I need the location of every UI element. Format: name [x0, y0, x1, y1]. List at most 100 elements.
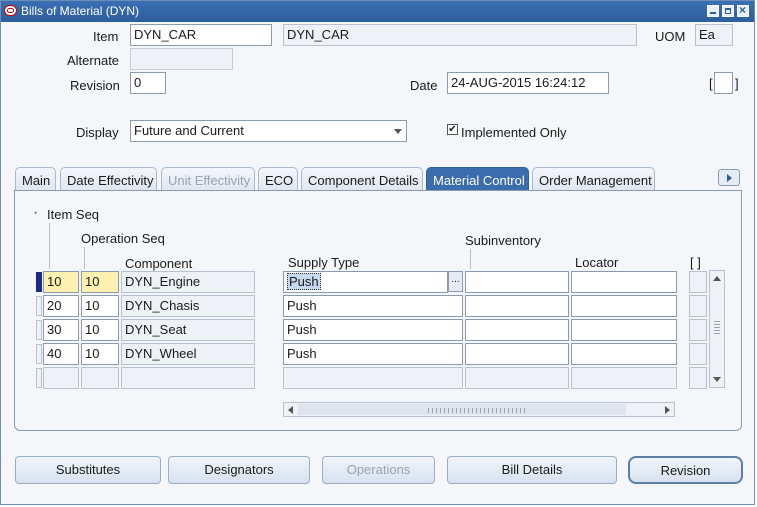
- horizontal-scrollbar[interactable]: [283, 402, 675, 417]
- tab-component-details[interactable]: Component Details: [301, 167, 423, 191]
- item-seq-cell[interactable]: 10: [43, 271, 79, 293]
- attachment-bracket-right: ]: [735, 76, 739, 91]
- designators-button-label: Designators: [204, 462, 274, 477]
- row-indicator[interactable]: [36, 296, 42, 316]
- scroll-up-icon[interactable]: [713, 276, 721, 281]
- attachment-flag-field[interactable]: [714, 72, 733, 94]
- locator-cell[interactable]: [571, 343, 677, 365]
- op-seq-cell[interactable]: [81, 367, 119, 389]
- flag-cell[interactable]: [689, 319, 707, 341]
- component-cell[interactable]: DYN_Wheel: [121, 343, 255, 365]
- item-seq-cell[interactable]: 40: [43, 343, 79, 365]
- operation-seq-header: Operation Seq: [81, 231, 165, 246]
- locator-header: Locator: [575, 255, 619, 270]
- item-seq-header: Item Seq: [47, 207, 100, 222]
- locator-cell[interactable]: [571, 319, 677, 341]
- vertical-scrollbar[interactable]: [709, 270, 725, 388]
- row-indicator[interactable]: [36, 344, 42, 364]
- flag-cell[interactable]: [689, 367, 707, 389]
- revision-button[interactable]: Revision: [628, 456, 743, 484]
- subinventory-cell[interactable]: [465, 343, 569, 365]
- scroll-left-icon[interactable]: [288, 406, 293, 414]
- attachment-bracket-left: [: [709, 76, 713, 91]
- item-seq-cell[interactable]: [43, 367, 79, 389]
- operations-button-label: Operations: [346, 462, 411, 477]
- operations-button: Operations: [322, 456, 435, 484]
- display-select[interactable]: Future and Current: [130, 120, 407, 142]
- tab-main[interactable]: Main: [15, 167, 56, 191]
- display-select-value: Future and Current: [134, 123, 244, 138]
- minimize-icon[interactable]: [707, 5, 719, 17]
- bill-details-button-label: Bill Details: [501, 462, 563, 477]
- scroll-right-icon[interactable]: [665, 406, 670, 414]
- item-seq-cell[interactable]: 20: [43, 295, 79, 317]
- subinventory-header: Subinventory: [465, 233, 541, 248]
- bullet-icon: •: [34, 208, 38, 218]
- component-cell[interactable]: DYN_Seat: [121, 319, 255, 341]
- supply-type-cell[interactable]: Push: [283, 343, 463, 365]
- op-seq-cell[interactable]: 10: [81, 319, 119, 341]
- scroll-grip-icon: [428, 408, 528, 413]
- tab-order-management[interactable]: Order Management: [532, 167, 655, 191]
- op-seq-cell[interactable]: 10: [81, 271, 119, 293]
- locator-cell[interactable]: [571, 367, 677, 389]
- close-icon[interactable]: [737, 3, 749, 17]
- tab-scroll-right-icon[interactable]: [718, 169, 740, 186]
- component-cell[interactable]: DYN_Chasis: [121, 295, 255, 317]
- row-indicator-current[interactable]: [36, 272, 42, 292]
- subinventory-cell[interactable]: [465, 319, 569, 341]
- scroll-grip-icon: [714, 321, 720, 335]
- uom-label: UOM: [655, 29, 686, 44]
- designators-button[interactable]: Designators: [168, 456, 310, 484]
- date-field[interactable]: 24-AUG-2015 16:24:12: [447, 72, 609, 94]
- subinventory-cell[interactable]: [465, 367, 569, 389]
- row-indicator[interactable]: [36, 368, 42, 388]
- bom-window: Bills of Material (DYN) Item DYN_CAR DYN…: [0, 0, 755, 505]
- substitutes-button[interactable]: Substitutes: [15, 456, 161, 484]
- header-divider: [470, 249, 471, 269]
- substitutes-button-label: Substitutes: [55, 462, 121, 477]
- locator-cell[interactable]: [571, 295, 677, 317]
- header-divider: [49, 223, 50, 269]
- alternate-field[interactable]: [130, 48, 233, 70]
- list-of-values-button[interactable]: ...: [448, 271, 463, 292]
- tab-eco[interactable]: ECO: [258, 167, 298, 191]
- supply-type-value: Push: [287, 273, 321, 290]
- revision-button-label: Revision: [660, 463, 711, 478]
- supply-type-header: Supply Type: [288, 255, 360, 270]
- revision-label: Revision: [70, 78, 120, 93]
- supply-type-cell[interactable]: [283, 367, 463, 389]
- implemented-only-checkbox[interactable]: ✔: [447, 124, 458, 135]
- uom-field: Ea: [695, 24, 733, 46]
- supply-type-cell[interactable]: Push: [283, 271, 448, 293]
- header-divider: [84, 247, 85, 269]
- tab-date-effectivity[interactable]: Date Effectivity: [60, 167, 157, 191]
- date-label: Date: [410, 78, 438, 93]
- row-indicator[interactable]: [36, 320, 42, 340]
- op-seq-cell[interactable]: 10: [81, 343, 119, 365]
- bill-details-button[interactable]: Bill Details: [447, 456, 617, 484]
- component-cell[interactable]: [121, 367, 255, 389]
- supply-type-cell[interactable]: Push: [283, 319, 463, 341]
- flag-cell[interactable]: [689, 271, 707, 293]
- scroll-down-icon[interactable]: [713, 377, 721, 382]
- item-label: Item: [93, 29, 119, 44]
- flag-cell[interactable]: [689, 295, 707, 317]
- component-cell[interactable]: DYN_Engine: [121, 271, 255, 293]
- item-field[interactable]: DYN_CAR: [130, 24, 272, 46]
- subinventory-cell[interactable]: [465, 271, 569, 293]
- locator-cell[interactable]: [571, 271, 677, 293]
- maximize-icon[interactable]: [722, 5, 734, 17]
- tab-material-control[interactable]: Material Control: [426, 167, 529, 191]
- oracle-logo-icon: [4, 5, 17, 16]
- op-seq-cell[interactable]: 10: [81, 295, 119, 317]
- title-bar: Bills of Material (DYN): [1, 1, 754, 22]
- subinventory-cell[interactable]: [465, 295, 569, 317]
- revision-field[interactable]: 0: [130, 72, 166, 94]
- window-title: Bills of Material (DYN): [21, 4, 140, 18]
- alternate-label: Alternate: [67, 53, 120, 68]
- scroll-thumb[interactable]: [298, 404, 626, 415]
- supply-type-cell[interactable]: Push: [283, 295, 463, 317]
- item-seq-cell[interactable]: 30: [43, 319, 79, 341]
- flag-cell[interactable]: [689, 343, 707, 365]
